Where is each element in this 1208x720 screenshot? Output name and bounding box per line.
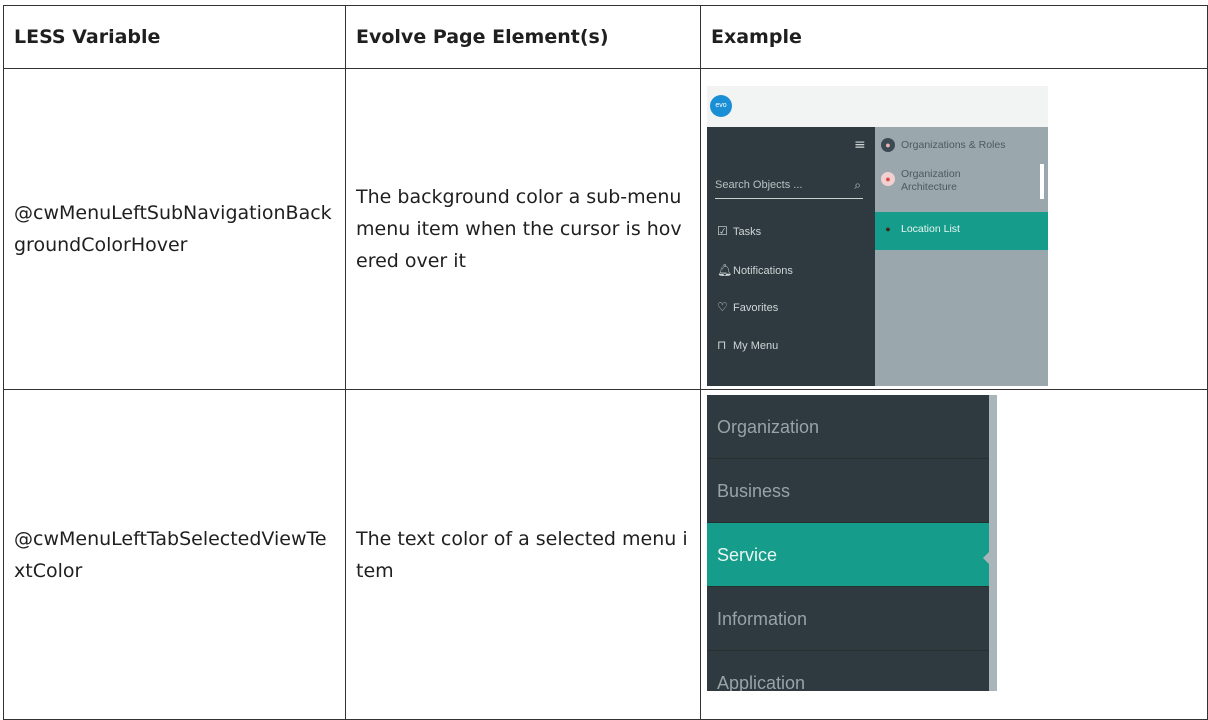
search-placeholder: Search Objects ... — [715, 179, 803, 191]
menu-item-business[interactable]: Business — [707, 459, 989, 523]
less-variable-table: LESS Variable Evolve Page Element(s) Exa… — [3, 5, 1208, 720]
header-page-element: Evolve Page Element(s) — [345, 5, 701, 69]
example-cell: Organization Business Service Informatio… — [700, 389, 1208, 720]
example-cell: evo ≡ Search Objects ... ⌕ ☑ Tasks 🔔︎Noti… — [700, 68, 1208, 390]
description-cell: The text color of a selected menu item — [345, 389, 701, 720]
menu-item-organization[interactable]: Organization — [707, 395, 989, 459]
menu-item-service-selected[interactable]: Service — [707, 523, 989, 587]
bell-icon: 🔔︎ — [717, 263, 733, 277]
selection-pointer-icon — [983, 551, 990, 565]
sub-menu-scrollbar[interactable] — [1040, 164, 1044, 199]
header-row: LESS Variable Evolve Page Element(s) Exa… — [3, 5, 1208, 69]
hamburger-icon[interactable]: ≡ — [854, 137, 866, 153]
nav-item-label: Favorites — [733, 302, 779, 314]
bookmark-icon: ⊓ — [717, 338, 727, 352]
org-roles-icon: ● — [881, 138, 895, 153]
menu-item-application[interactable]: Application — [707, 651, 989, 691]
description-cell: The background color a sub-menu menu ite… — [345, 68, 701, 390]
left-menu-panel: ≡ Search Objects ... ⌕ ☑ Tasks 🔔︎Notifica… — [707, 127, 875, 386]
example-screenshot-sub-navigation-hover: evo ≡ Search Objects ... ⌕ ☑ Tasks 🔔︎Noti… — [707, 86, 1048, 386]
sub-item-label: Organizations & Roles — [901, 139, 1006, 151]
nav-item-label: My Menu — [733, 340, 779, 352]
sub-item-location-list-hovered[interactable]: ● Location List — [875, 212, 1048, 250]
nav-item-label: Notifications — [733, 265, 793, 277]
less-variable-cell: @cwMenuLeftSubNavigationBackgroundColorH… — [3, 68, 346, 390]
table-row: @cwMenuLeftTabSelectedViewTextColor The … — [3, 389, 1208, 720]
sub-item-organizations-roles[interactable]: ● Organizations & Roles — [875, 135, 1048, 155]
header-example: Example — [700, 5, 1208, 69]
table-row: @cwMenuLeftSubNavigationBackgroundColorH… — [3, 68, 1208, 390]
example-screenshot-selected-tab: Organization Business Service Informatio… — [707, 395, 997, 691]
sub-item-label: Organization Architecture — [901, 168, 961, 193]
header-less-variable: LESS Variable — [3, 5, 346, 69]
sub-item-organization-architecture[interactable]: ● Organization Architecture — [875, 164, 1048, 198]
heart-icon: ♡ — [717, 300, 728, 314]
check-square-icon: ☑ — [717, 224, 728, 238]
search-objects-input[interactable]: Search Objects ... ⌕ — [715, 172, 863, 199]
app-top-bar: evo — [707, 86, 1048, 127]
menu-rail — [989, 395, 997, 691]
nav-item-tasks[interactable]: ☑ Tasks — [717, 224, 761, 238]
globe-icon: ● — [885, 224, 891, 235]
search-icon[interactable]: ⌕ — [854, 172, 861, 198]
nav-item-favorites[interactable]: ♡ Favorites — [717, 300, 778, 314]
evolve-logo: evo — [710, 95, 732, 117]
nav-item-my-menu[interactable]: ⊓ My Menu — [717, 338, 778, 352]
nav-item-notifications[interactable]: 🔔︎Notifications — [717, 263, 793, 277]
nav-item-label: Tasks — [733, 226, 762, 238]
menu-item-information[interactable]: Information — [707, 587, 989, 651]
org-architecture-icon: ● — [881, 172, 895, 186]
less-variable-cell: @cwMenuLeftTabSelectedViewTextColor — [3, 389, 346, 720]
sub-item-label: Location List — [901, 223, 960, 235]
